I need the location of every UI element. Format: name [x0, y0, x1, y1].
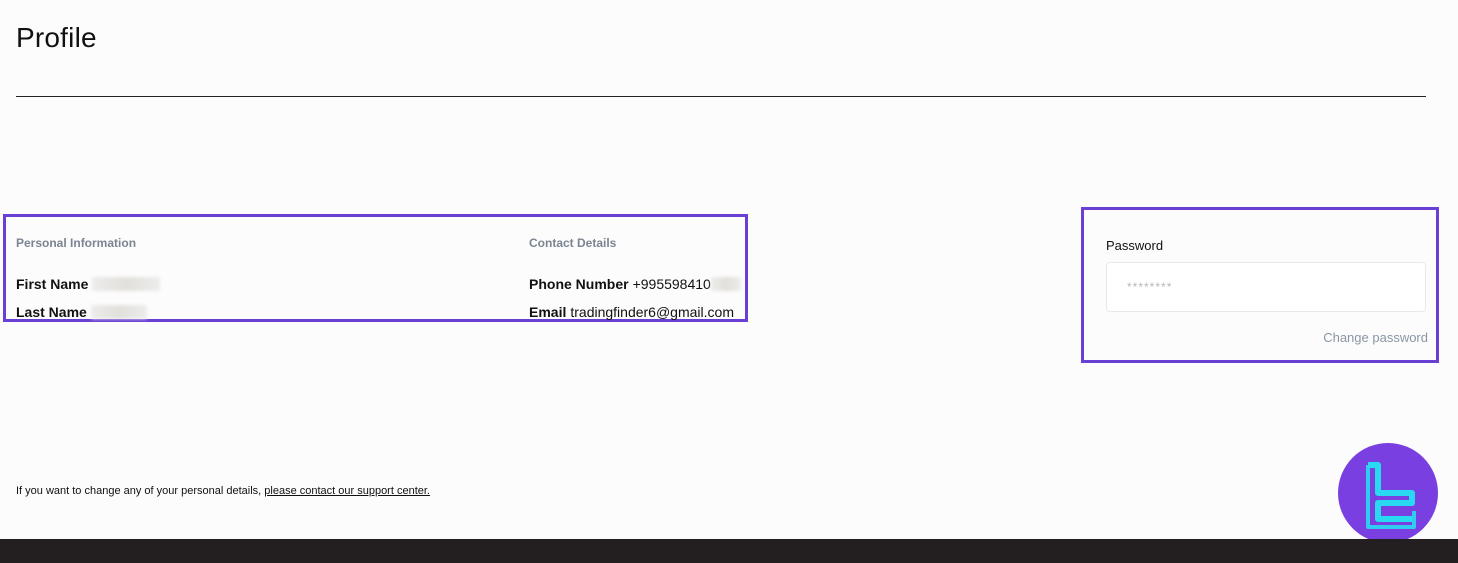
last-name-label: Last Name	[16, 304, 87, 320]
phone-label: Phone Number	[529, 276, 629, 292]
support-center-link[interactable]: please contact our support center.	[264, 485, 430, 497]
password-panel: Password Change password	[1081, 207, 1439, 363]
last-name-row: Last Name	[16, 304, 147, 320]
personal-info-panel: Personal Information Contact Details Fir…	[3, 214, 748, 322]
first-name-row: First Name	[16, 276, 161, 292]
first-name-value-redacted	[92, 277, 161, 291]
support-note: If you want to change any of your person…	[16, 485, 430, 497]
tradingfinder-logo-icon	[1338, 443, 1438, 543]
email-label: Email	[529, 304, 567, 320]
footer-bar	[0, 539, 1458, 563]
contact-details-heading: Contact Details	[529, 236, 617, 250]
logo-mark-icon	[1366, 462, 1416, 529]
email-value: tradingfinder6@gmail.com	[570, 304, 734, 320]
support-note-text: If you want to change any of your person…	[16, 485, 265, 497]
last-name-value-redacted	[90, 305, 147, 319]
phone-row: Phone Number +995598410	[529, 276, 741, 292]
password-label: Password	[1106, 238, 1164, 253]
email-row: Email tradingfinder6@gmail.com	[529, 304, 734, 320]
profile-page: Profile Personal Information Contact Det…	[0, 0, 1458, 563]
title-divider	[16, 96, 1426, 97]
page-title: Profile	[16, 22, 97, 53]
password-field[interactable]	[1106, 262, 1426, 312]
change-password-link[interactable]: Change password	[1323, 330, 1428, 345]
phone-value-redacted	[710, 277, 741, 291]
phone-value: +995598410	[632, 276, 711, 292]
first-name-label: First Name	[16, 276, 89, 292]
personal-info-heading: Personal Information	[16, 236, 137, 250]
